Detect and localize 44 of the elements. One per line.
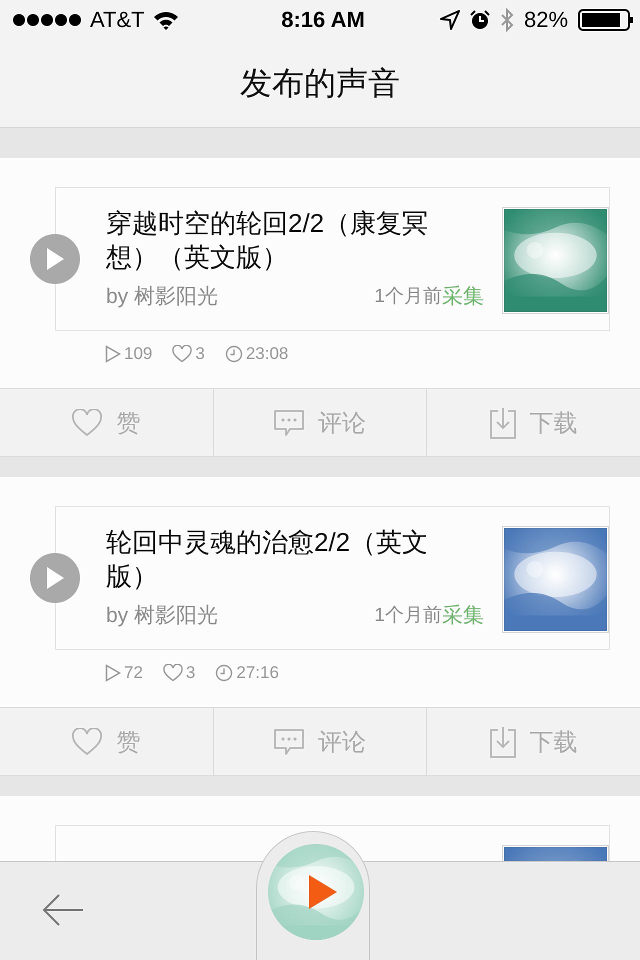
location-icon: [440, 10, 460, 30]
screen-title: 发布的声音: [240, 64, 400, 102]
play-icon: [45, 247, 65, 271]
comment-icon: [274, 408, 304, 436]
play-icon: [45, 566, 65, 590]
carrier-name: AT&T: [90, 7, 145, 33]
like-count-icon: [162, 664, 183, 682]
battery-icon: [578, 9, 634, 31]
play-count: 109: [124, 344, 152, 364]
clock-icon: [215, 664, 234, 682]
play-count-icon: [105, 664, 121, 682]
back-arrow-icon: [42, 894, 84, 926]
back-button[interactable]: [42, 894, 84, 926]
author-name: by 树影阳光: [106, 284, 218, 310]
collect-link[interactable]: 采集: [442, 601, 484, 629]
play-icon: [309, 875, 337, 909]
upload-time: 1个月前: [374, 285, 442, 309]
battery-percentage: 82%: [524, 7, 568, 33]
sound-title: 轮回中灵魂的治愈2/2（英文版）: [106, 526, 430, 593]
upload-time: 1个月前: [374, 604, 442, 628]
duration: 27:16: [236, 663, 279, 683]
clock-icon: [224, 345, 243, 363]
alarm-icon: [470, 10, 490, 30]
collect-link[interactable]: 采集: [442, 282, 484, 310]
play-button[interactable]: [30, 234, 80, 284]
player-button[interactable]: [256, 831, 370, 960]
play-count-icon: [105, 345, 121, 363]
like-count-icon: [172, 345, 192, 363]
sound-title: 穿越时空的轮回2/2（康复冥想）（英文版）: [106, 207, 430, 274]
like-count: 3: [186, 663, 196, 683]
like-count: 3: [195, 344, 205, 364]
clock-time: 8:16 AM: [281, 7, 365, 33]
download-icon: [490, 406, 516, 438]
play-button[interactable]: [30, 553, 80, 603]
heart-icon: [72, 728, 102, 756]
signal-icon: [12, 13, 82, 27]
heart-icon: [72, 408, 102, 436]
author-name: by 树影阳光: [106, 603, 218, 629]
bluetooth-icon: [500, 8, 514, 32]
comment-icon: [274, 728, 304, 756]
play-count: 72: [124, 663, 143, 683]
download-icon: [490, 726, 516, 758]
duration: 23:08: [246, 344, 288, 364]
wifi-icon: [152, 10, 179, 30]
